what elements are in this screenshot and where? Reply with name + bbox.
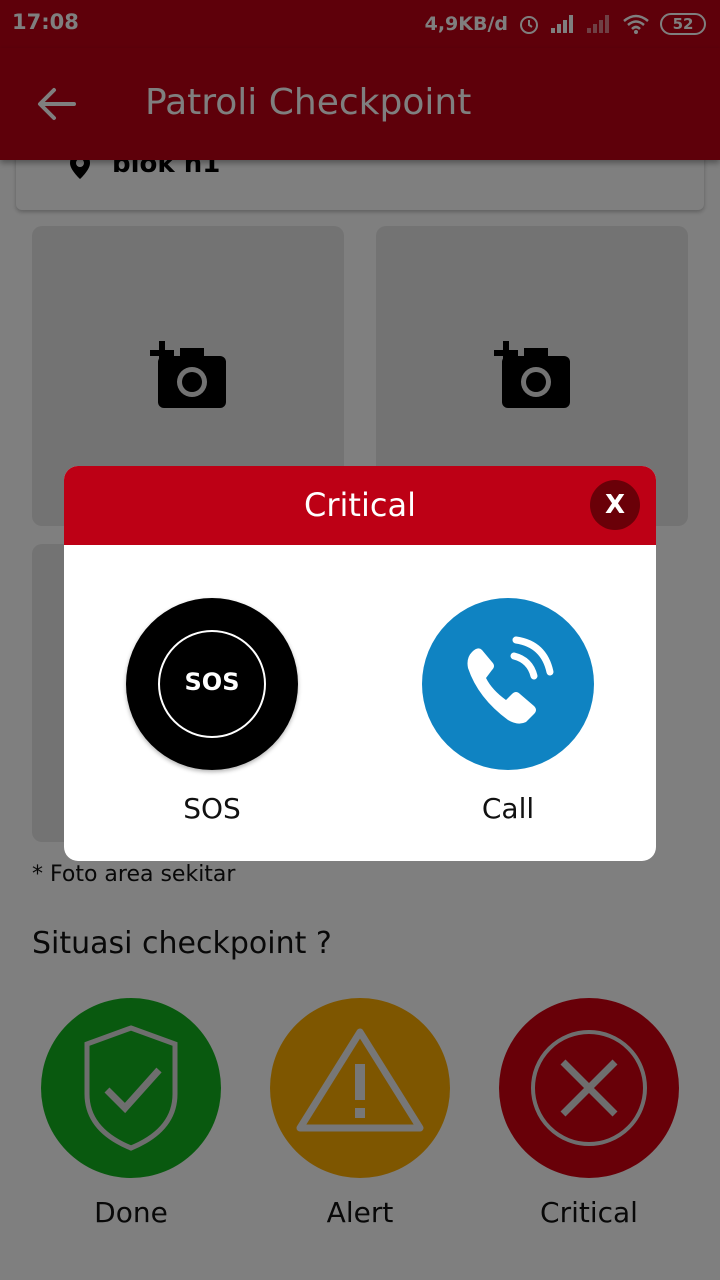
- dialog-title: Critical: [304, 486, 416, 524]
- call-button[interactable]: [422, 598, 594, 770]
- sos-button[interactable]: SOS: [126, 598, 298, 770]
- sos-icon-text: SOS: [184, 668, 240, 696]
- critical-dialog: Critical X SOS SOS Call: [64, 466, 656, 861]
- phone-call-icon: [467, 636, 554, 724]
- sos-label: SOS: [183, 792, 241, 825]
- dialog-header: Critical X: [64, 466, 656, 545]
- close-button[interactable]: X: [590, 480, 640, 530]
- call-label: Call: [481, 792, 535, 825]
